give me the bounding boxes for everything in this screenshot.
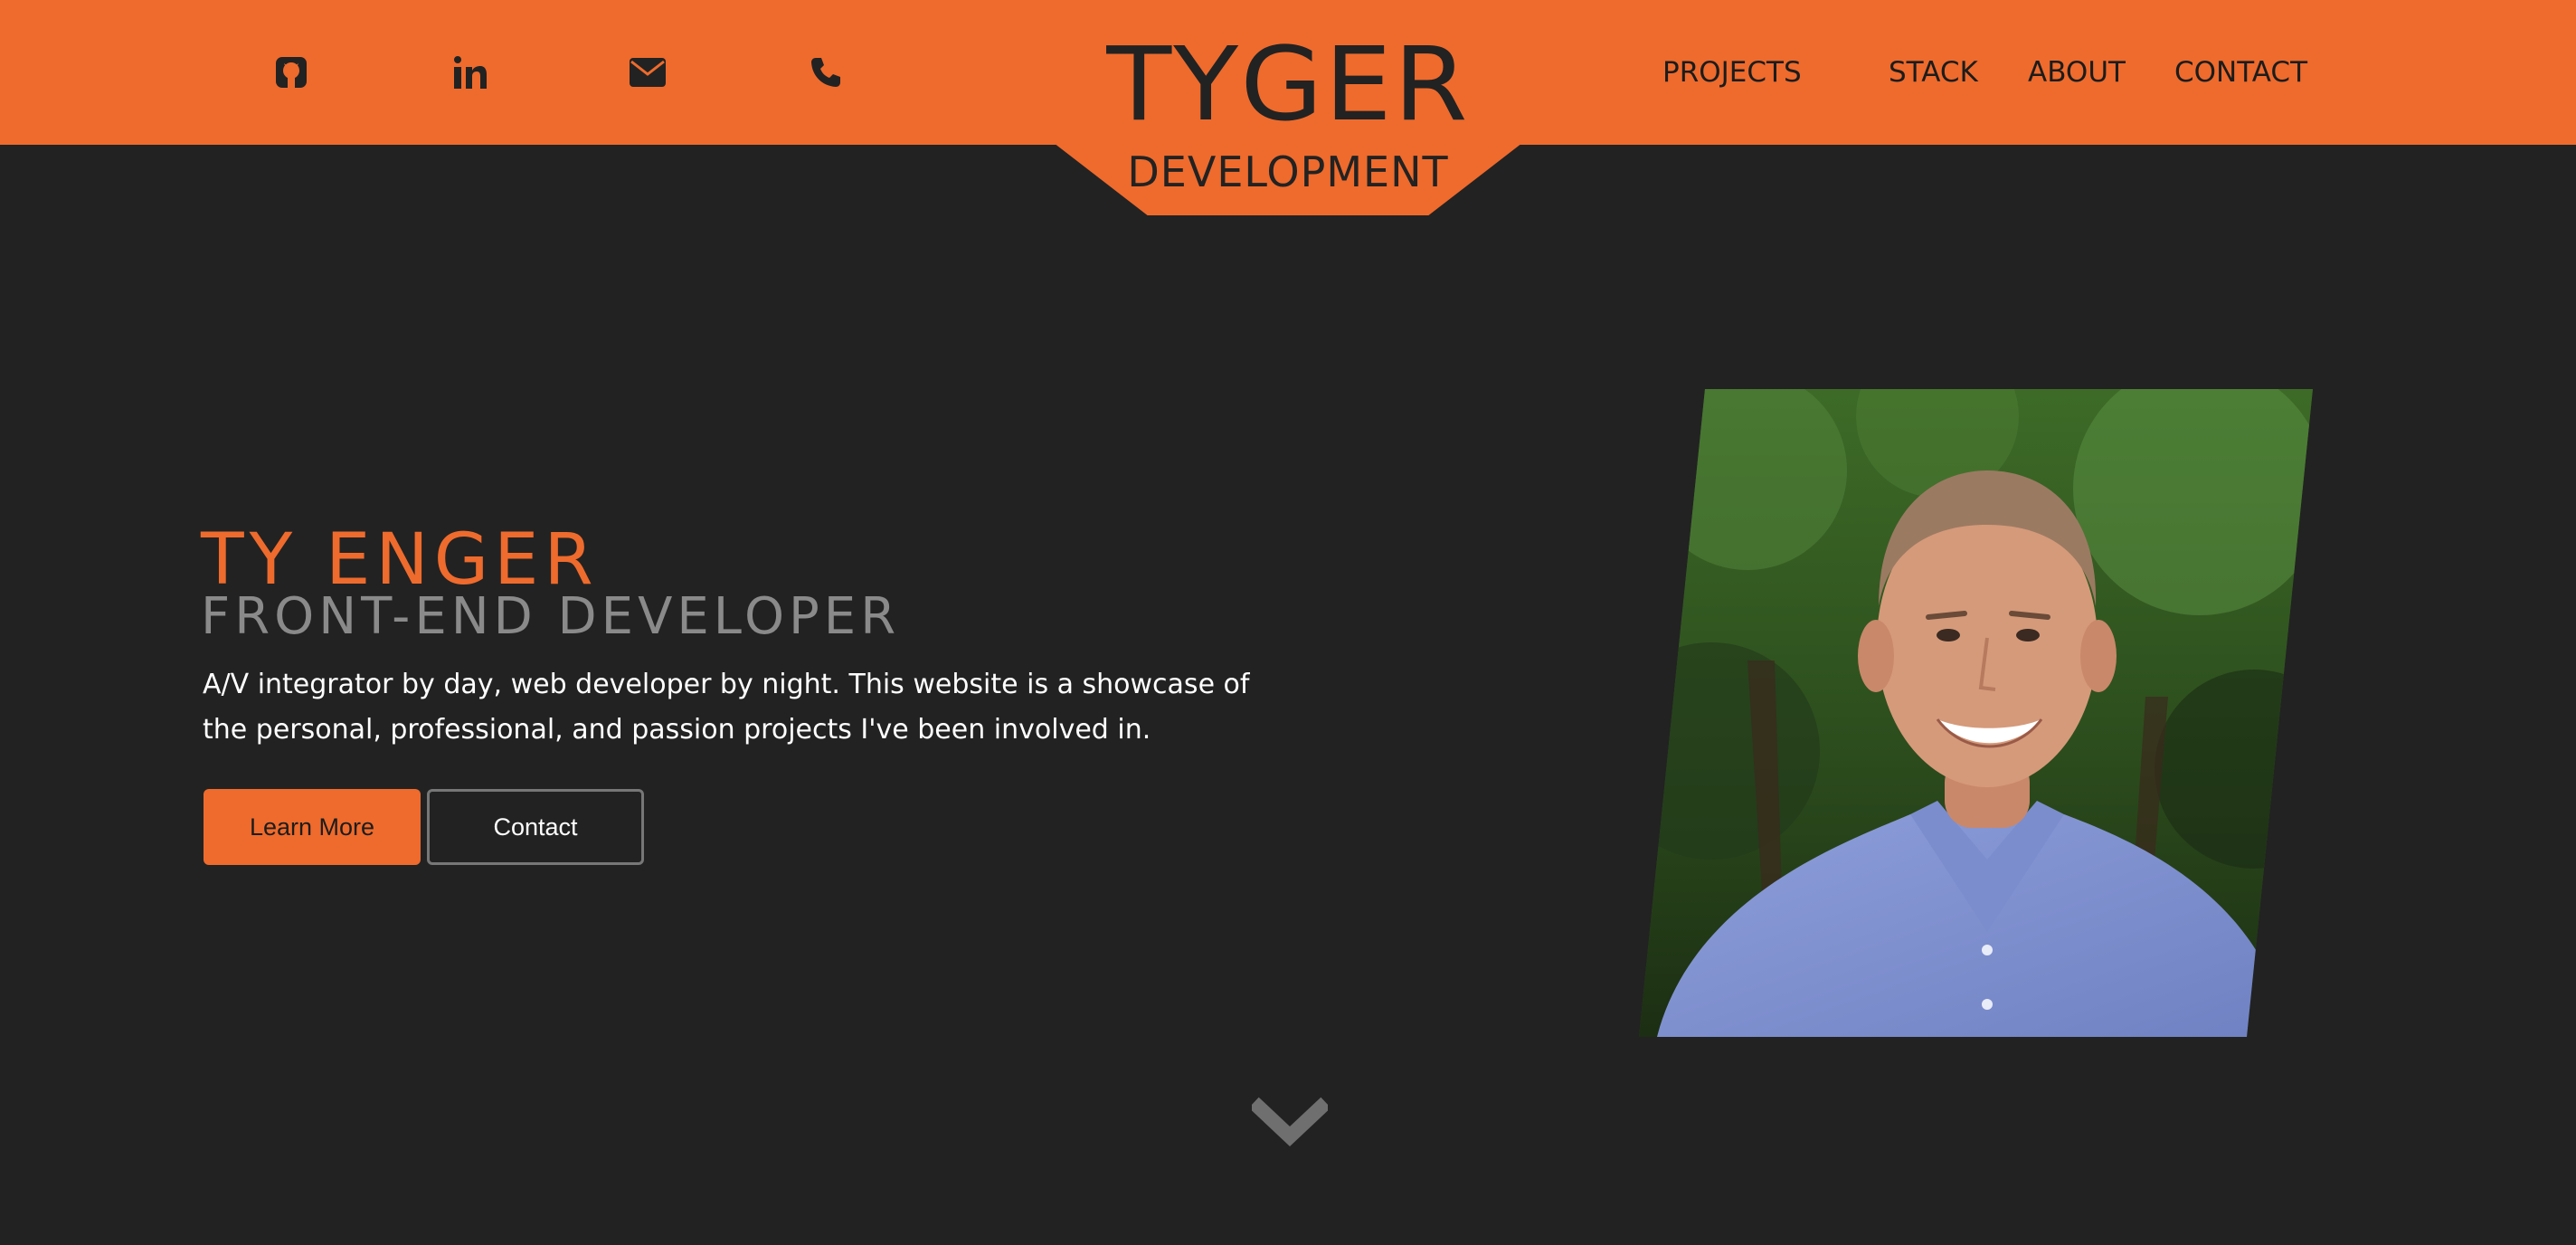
github-icon xyxy=(274,55,308,90)
linkedin-icon xyxy=(453,55,488,90)
profile-photo xyxy=(1639,389,2313,1037)
site-logo[interactable]: TYGER DEVELOPMENT xyxy=(1054,34,1522,194)
scroll-down-button[interactable] xyxy=(1252,1097,1328,1151)
linkedin-link[interactable] xyxy=(445,47,496,98)
contact-button[interactable]: Contact xyxy=(427,789,644,865)
github-link[interactable] xyxy=(266,47,317,98)
learn-more-button[interactable]: Learn More xyxy=(204,789,421,865)
nav-stack[interactable]: STACK xyxy=(1889,52,1978,92)
chevron-down-icon xyxy=(1252,1097,1328,1151)
logo-title: TYGER xyxy=(1106,26,1470,144)
hero-role: FRONT-END DEVELOPER xyxy=(201,587,901,646)
nav-projects[interactable]: PROJECTS xyxy=(1662,52,1802,92)
page: PROJECTS STACK ABOUT CONTACT TYGER DEVEL… xyxy=(0,0,2576,1245)
logo-subtitle: DEVELOPMENT xyxy=(1127,147,1449,196)
nav-contact[interactable]: CONTACT xyxy=(2174,52,2307,92)
phone-icon xyxy=(810,56,842,89)
phone-link[interactable] xyxy=(800,47,851,98)
nav-about[interactable]: ABOUT xyxy=(2028,52,2126,92)
envelope-icon xyxy=(629,57,667,88)
email-link[interactable] xyxy=(622,47,673,98)
hero-name: TY ENGER xyxy=(201,519,599,601)
hero-description: A/V integrator by day, web developer by … xyxy=(203,669,1250,746)
